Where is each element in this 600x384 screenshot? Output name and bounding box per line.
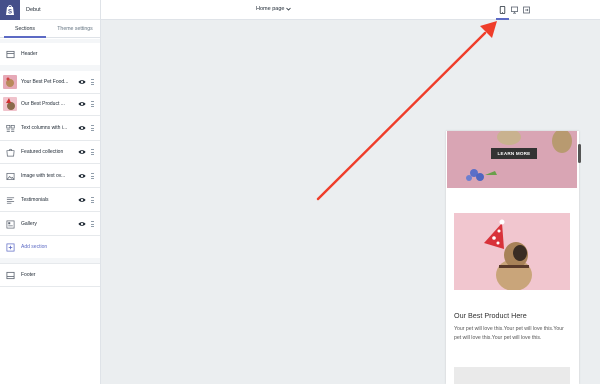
section-item-label: Featured collection: [21, 149, 64, 155]
drag-handle-icon[interactable]: [91, 221, 94, 227]
add-section-label: Add section: [21, 244, 48, 250]
section-thumbnail: [3, 75, 17, 89]
drag-handle-icon[interactable]: [91, 173, 94, 179]
drag-handle-icon[interactable]: [91, 79, 94, 85]
chevron-down-icon: [286, 7, 292, 11]
eye-icon[interactable]: [78, 221, 86, 227]
divider: [0, 286, 100, 287]
tab-sections[interactable]: Sections: [0, 20, 50, 38]
section-thumbnail: [3, 97, 17, 111]
eye-icon[interactable]: [78, 125, 86, 131]
collection-icon: [5, 147, 15, 157]
footer-icon: [5, 270, 15, 280]
divider: [0, 115, 100, 116]
mobile-preview-frame[interactable]: LEARN MORE Our Best Product Here Your pe…: [446, 131, 579, 384]
section-footer-label: Footer: [21, 272, 36, 278]
section-header[interactable]: Header: [0, 43, 100, 65]
section-item[interactable]: Our Best Product ...: [0, 93, 100, 115]
section-item-label: Gallery: [21, 221, 37, 227]
section-item-label: Text columns with i...: [21, 125, 68, 131]
section-item[interactable]: Gallery: [0, 213, 100, 235]
eye-icon[interactable]: [78, 149, 86, 155]
sidebar-tabs: Sections Theme settings: [0, 20, 100, 38]
divider: [0, 187, 100, 188]
theme-header: S Debut: [0, 0, 100, 20]
section-item[interactable]: Your Best Pet Food...: [0, 71, 100, 93]
text-columns-icon: [5, 123, 15, 133]
eye-icon[interactable]: [78, 101, 86, 107]
hero-image: LEARN MORE: [447, 131, 577, 188]
section-item[interactable]: Testimonials: [0, 189, 100, 211]
gallery-icon: [5, 219, 15, 229]
page-selector-label: Home page: [256, 6, 285, 12]
fullscreen-icon: [523, 6, 530, 14]
plus-icon: [5, 242, 15, 252]
section-item[interactable]: Image with text ov...: [0, 165, 100, 187]
header-icon: [5, 49, 15, 59]
drag-handle-icon[interactable]: [91, 101, 94, 107]
fullscreen-view-button[interactable]: [521, 4, 532, 16]
product-button[interactable]: [454, 367, 570, 384]
section-item[interactable]: Text columns with i...: [0, 117, 100, 139]
tab-theme-settings[interactable]: Theme settings: [50, 20, 100, 37]
shopping-bag-icon: S: [6, 4, 14, 15]
section-item[interactable]: Featured collection: [0, 141, 100, 163]
preview-scrollbar[interactable]: [578, 144, 581, 163]
drag-handle-icon[interactable]: [91, 197, 94, 203]
section-item-label: Your Best Pet Food...: [21, 79, 69, 85]
product-title: Our Best Product Here: [454, 311, 527, 320]
product-image: [454, 213, 570, 290]
section-item-label: Image with text ov...: [21, 173, 66, 179]
drag-handle-icon[interactable]: [91, 125, 94, 131]
desktop-icon: [511, 6, 518, 14]
svg-text:S: S: [8, 9, 12, 15]
mobile-icon: [499, 6, 506, 14]
eye-icon[interactable]: [78, 79, 86, 85]
section-item-label: Our Best Product ...: [21, 101, 65, 107]
section-footer[interactable]: Footer: [0, 264, 100, 286]
image-icon: [5, 171, 15, 181]
eye-icon[interactable]: [78, 197, 86, 203]
add-section-button[interactable]: Add section: [0, 236, 100, 258]
drag-handle-icon[interactable]: [91, 149, 94, 155]
eye-icon[interactable]: [78, 173, 86, 179]
divider: [0, 211, 100, 212]
learn-more-button[interactable]: LEARN MORE: [491, 148, 537, 159]
mobile-view-button[interactable]: [496, 4, 509, 20]
section-header-label: Header: [21, 51, 38, 57]
testimonials-icon: [5, 195, 15, 205]
theme-name: Debut: [26, 6, 41, 13]
desktop-view-button[interactable]: [509, 4, 520, 16]
sidebar: S Debut Sections Theme settings Header Y…: [0, 0, 101, 384]
divider: [0, 163, 100, 164]
section-item-label: Testimonials: [21, 197, 49, 203]
top-bar: Home page: [101, 0, 600, 20]
product-description: Your pet will love this.Your pet will lo…: [454, 326, 564, 341]
page-selector[interactable]: Home page: [256, 6, 292, 12]
shopify-logo[interactable]: S: [0, 0, 20, 20]
